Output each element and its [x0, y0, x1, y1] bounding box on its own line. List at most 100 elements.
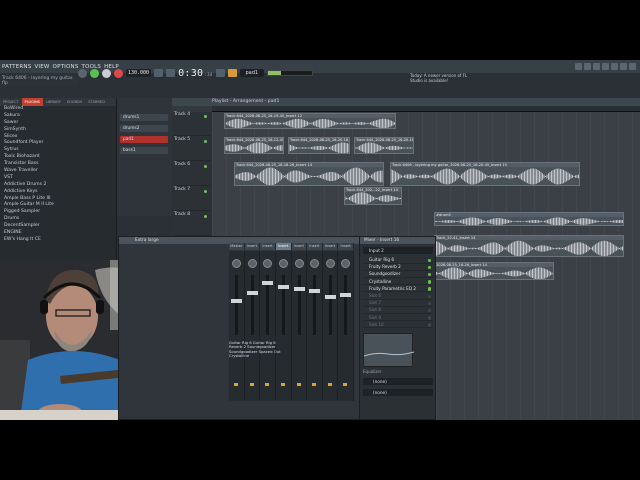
browser-item[interactable]: Wave Traveller: [0, 168, 116, 175]
effect-slot[interactable]: Slot 9: [363, 315, 433, 322]
pan-knob[interactable]: [294, 259, 304, 268]
fader-cap[interactable]: [293, 287, 305, 291]
slot-enable-toggle[interactable]: [427, 287, 431, 291]
browser-item[interactable]: VST: [0, 175, 116, 182]
track-mute-led[interactable]: [204, 215, 207, 218]
mixer-insert-tab[interactable]: Insert 16: [275, 243, 292, 255]
fader-cap[interactable]: [324, 295, 336, 299]
channel-button[interactable]: pad1: [120, 136, 168, 143]
output-selector-1[interactable]: (none): [363, 378, 433, 385]
browser-tab[interactable]: PLUGINS: [21, 98, 43, 106]
wait-icon[interactable]: [166, 69, 176, 77]
audio-clip[interactable]: Track 644_2026-08-25_16-20-16_Insert 16: [288, 137, 350, 154]
mixer-insert-tab[interactable]: Insert 17: [291, 243, 308, 255]
slot-enable-toggle[interactable]: [427, 301, 431, 306]
effect-slot[interactable]: Fruity Reverb 2: [363, 264, 433, 271]
news-panel[interactable]: Today: A newer version of FL Studio is a…: [410, 73, 480, 86]
browser-item[interactable]: ENGINE: [0, 230, 116, 237]
audio-clip[interactable]: Track 644_202...22_Insert 14: [344, 187, 402, 205]
volume-fader[interactable]: [235, 275, 238, 335]
effect-slot[interactable]: Slot 7: [363, 300, 433, 307]
track-mute-led[interactable]: [204, 190, 207, 193]
fader-cap[interactable]: [231, 299, 242, 303]
track-header[interactable]: Track 7: [174, 187, 210, 211]
route-led[interactable]: [249, 383, 254, 386]
browser-item[interactable]: Sawer: [0, 120, 116, 127]
menu-patterns[interactable]: PATTERNS: [2, 64, 31, 70]
playlist-icon[interactable]: [611, 63, 618, 70]
effect-slot[interactable]: Crystalline: [363, 279, 433, 286]
menu-view[interactable]: VIEW: [34, 64, 49, 70]
route-led[interactable]: [312, 383, 317, 386]
browser-tab[interactable]: LIBRARY: [43, 98, 64, 106]
route-led[interactable]: [296, 383, 301, 386]
route-led[interactable]: [343, 383, 348, 386]
mixer-insert-tab[interactable]: Master: [229, 243, 245, 250]
audio-clip[interactable]: 2026-08-25_16-26_Insert 14: [434, 262, 554, 280]
mixer-insert-tab[interactable]: Insert 14: [244, 243, 261, 255]
play-button[interactable]: [90, 68, 99, 78]
volume-fader[interactable]: [313, 275, 317, 335]
route-led[interactable]: [280, 383, 285, 386]
mixer-strip[interactable]: [229, 251, 245, 401]
audio-clip[interactable]: #drum5: [434, 212, 624, 226]
slot-enable-toggle[interactable]: [427, 280, 431, 284]
settings-icon[interactable]: [629, 63, 636, 70]
route-led[interactable]: [327, 383, 332, 386]
eq-display[interactable]: [363, 333, 415, 367]
audio-clip[interactable]: Track 6406 - layering my guitar_2026-08-…: [390, 162, 580, 186]
slot-enable-toggle[interactable]: [427, 258, 431, 262]
audio-clip[interactable]: Track 644_2026-08-25_16-19-45_Insert 12: [224, 113, 396, 129]
channel-button[interactable]: drums1: [120, 114, 168, 121]
audio-clip[interactable]: Track 644_2026-08-25_16-18-26_Insert 14: [234, 162, 384, 186]
browser-item[interactable]: Addictive Drums 2: [0, 182, 116, 189]
tempo-display[interactable]: 130.000: [126, 69, 152, 77]
audio-clip[interactable]: Track_22-41_Insert 14: [434, 235, 624, 257]
browser-tab[interactable]: SOUNDS: [64, 98, 85, 106]
pattern-song-toggle[interactable]: [78, 68, 87, 78]
track-mute-led[interactable]: [204, 140, 207, 143]
browser-item[interactable]: Transistor Bass: [0, 161, 116, 168]
track-header[interactable]: Track 4: [174, 112, 210, 136]
browser-tab[interactable]: STARRED: [85, 98, 108, 106]
mixer-strip[interactable]: [323, 251, 339, 401]
browser-item[interactable]: DecentSampler: [0, 223, 116, 230]
stop-button[interactable]: [102, 68, 111, 78]
fader-cap[interactable]: [277, 285, 289, 289]
pan-knob[interactable]: [310, 259, 320, 268]
mixer-strip[interactable]: [260, 251, 276, 401]
fader-cap[interactable]: [246, 291, 258, 295]
volume-fader[interactable]: [250, 275, 254, 335]
browser-tab[interactable]: PROJECT: [0, 98, 22, 106]
pan-knob[interactable]: [325, 259, 335, 268]
channel-button[interactable]: bass1: [120, 147, 168, 154]
fader-cap[interactable]: [262, 281, 274, 285]
fader-cap[interactable]: [340, 293, 352, 297]
pan-knob[interactable]: [278, 259, 288, 268]
browser-item[interactable]: Addictive Keys: [0, 189, 116, 196]
mixer-insert-tab[interactable]: Insert 19: [322, 243, 339, 255]
browser-item[interactable]: SimSynth: [0, 127, 116, 134]
pattern-selector[interactable]: pad1: [239, 69, 265, 77]
track-mute-led[interactable]: [204, 115, 207, 118]
volume-fader[interactable]: [328, 275, 332, 335]
mixer-strip[interactable]: [245, 251, 261, 401]
track-header[interactable]: Track 6: [174, 162, 210, 186]
route-led[interactable]: [234, 383, 238, 386]
effect-slot[interactable]: Soundgoodizer: [363, 271, 433, 278]
pan-knob[interactable]: [232, 259, 241, 268]
mixer-insert-tab[interactable]: Insert 20: [338, 243, 354, 255]
fader-cap[interactable]: [309, 289, 321, 293]
metronome-icon[interactable]: [154, 69, 164, 77]
slot-enable-toggle[interactable]: [427, 294, 431, 298]
audio-clip[interactable]: Track 644_2026-08-25_16-20-16_Insert 18: [354, 137, 414, 154]
input-selector[interactable]: Input 2: [363, 247, 433, 254]
mixer-insert-tab[interactable]: Insert 18: [307, 243, 323, 255]
mixer-strip[interactable]: [338, 251, 354, 401]
volume-fader[interactable]: [297, 275, 301, 335]
slot-enable-toggle[interactable]: [427, 265, 431, 270]
snap-icon[interactable]: [215, 69, 225, 77]
effect-slot[interactable]: Slot 6: [363, 293, 433, 300]
draw-tool-icon[interactable]: [227, 69, 237, 77]
effect-slot[interactable]: Slot 8: [363, 307, 433, 314]
